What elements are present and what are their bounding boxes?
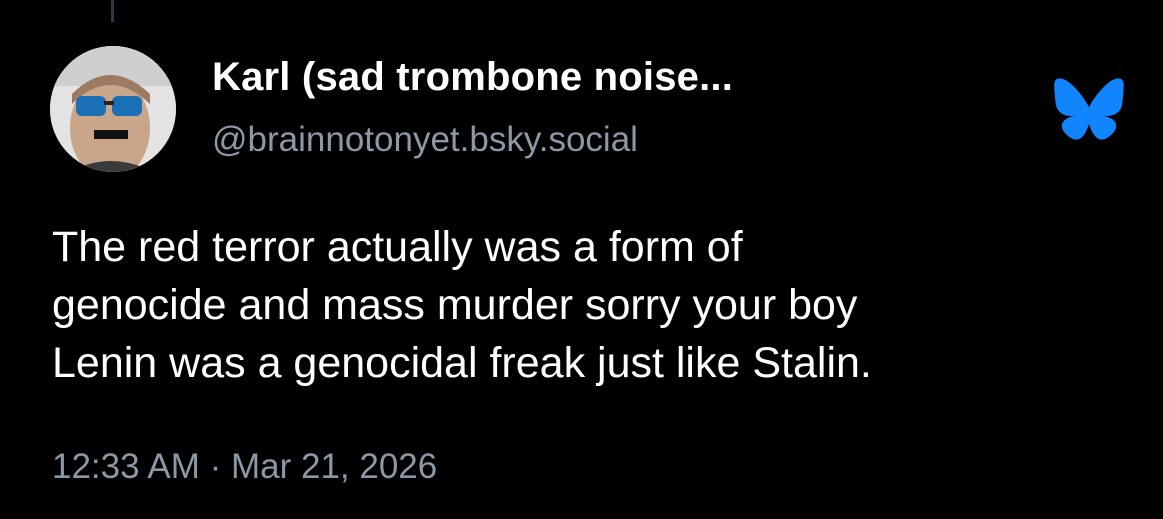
thread-connector-line [111,0,114,22]
avatar-photo [50,46,176,172]
post-text-line: genocide and mass murder sorry your boy [52,281,858,329]
author-avatar[interactable] [50,46,176,172]
bluesky-butterfly-icon [1053,77,1125,141]
post-text-line: Lenin was a genocidal freak just like St… [52,339,872,387]
author-display-name[interactable]: Karl (sad trombone noise... [212,55,733,100]
post-body: The red terror actually was a form of ge… [52,218,1132,392]
post-timestamp[interactable]: 12:33 AM · Mar 21, 2026 [52,447,437,487]
author-handle[interactable]: @brainnotonyet.bsky.social [212,120,638,160]
post-text-line: The red terror actually was a form of [52,223,743,271]
